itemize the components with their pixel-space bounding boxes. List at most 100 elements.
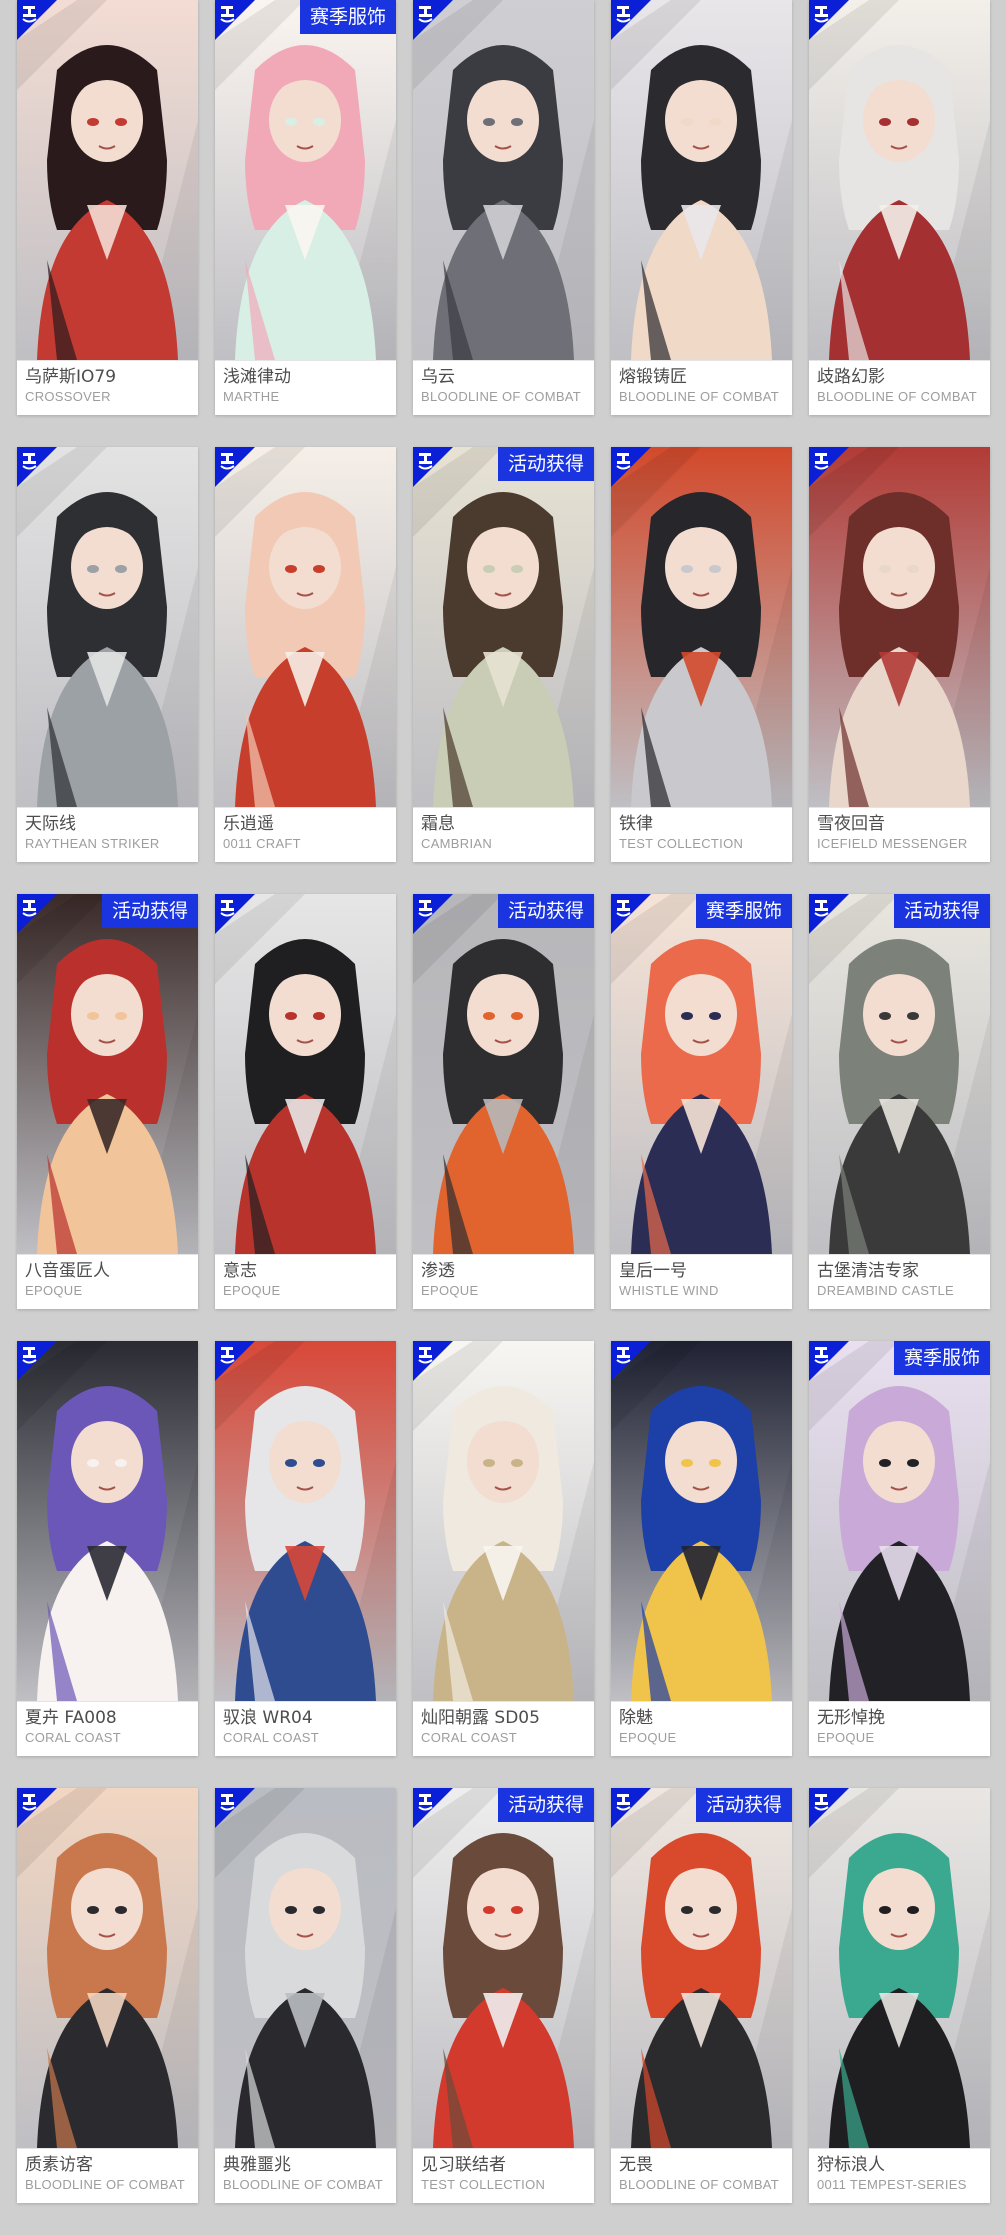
skin-card[interactable]: 赛季服饰无形悼挽 EPOQUE xyxy=(809,1341,990,1756)
skin-brand-icon xyxy=(413,1788,453,1828)
acquisition-tag: 活动获得 xyxy=(695,1788,792,1822)
skin-card[interactable]: 赛季服饰 浅滩律动 MARTHE xyxy=(215,0,396,415)
skin-caption: 无形悼挽 EPOQUE xyxy=(809,1701,990,1756)
skin-artwork xyxy=(611,1788,792,2148)
skin-card[interactable]: 活动获得无畏 BLOODLINE OF COMBAT xyxy=(611,1788,792,2203)
skin-artwork xyxy=(413,1788,594,2148)
skin-caption: 意志 EPOQUE xyxy=(215,1254,396,1309)
skin-artwork xyxy=(413,0,594,360)
skin-brand-icon xyxy=(809,894,849,934)
skin-card[interactable]: 赛季服饰皇后一号 WHISTLE WIND xyxy=(611,894,792,1309)
skin-brand-icon xyxy=(611,1788,651,1828)
skin-brand-icon xyxy=(17,1788,57,1828)
skin-card[interactable]: 乌云 BLOODLINE OF COMBAT xyxy=(413,0,594,415)
skin-series: EPOQUE xyxy=(421,1283,479,1298)
skin-artwork xyxy=(17,0,198,360)
skin-series: EPOQUE xyxy=(223,1283,281,1298)
skin-card[interactable]: 活动获得古堡清洁专家 DREAMBIND CASTLE xyxy=(809,894,990,1309)
skin-series: CORAL COAST xyxy=(223,1730,320,1745)
skin-card[interactable]: 意志 EPOQUE xyxy=(215,894,396,1309)
skin-caption: 典雅噩兆 BLOODLINE OF COMBAT xyxy=(215,2148,396,2203)
skin-caption: 古堡清洁专家 DREAMBIND CASTLE xyxy=(809,1254,990,1309)
skin-card[interactable]: 活动获得见习联结者 TEST COLLECTION xyxy=(413,1788,594,2203)
skin-brand-icon xyxy=(611,1341,651,1381)
skin-artwork xyxy=(215,0,396,360)
skin-caption: 见习联结者 TEST COLLECTION xyxy=(413,2148,594,2203)
skin-card[interactable]: 质素访客 BLOODLINE OF COMBAT xyxy=(17,1788,198,2203)
skin-caption: 无畏 BLOODLINE OF COMBAT xyxy=(611,2148,792,2203)
skin-artwork xyxy=(17,1788,198,2148)
skin-card[interactable]: 歧路幻影 BLOODLINE OF COMBAT xyxy=(809,0,990,415)
skin-series: BLOODLINE OF COMBAT xyxy=(619,389,780,404)
acquisition-tag: 活动获得 xyxy=(497,447,594,481)
skin-series: 0011 CRAFT xyxy=(223,836,301,851)
skin-brand-icon xyxy=(611,0,651,40)
skin-brand-icon xyxy=(215,447,255,487)
skin-artwork xyxy=(809,0,990,360)
skin-series: DREAMBIND CASTLE xyxy=(817,1283,954,1298)
skin-brand-icon xyxy=(611,447,651,487)
skin-card[interactable]: 夏卉 FA008 CORAL COAST xyxy=(17,1341,198,1756)
skin-card[interactable]: 铁律 TEST COLLECTION xyxy=(611,447,792,862)
skin-series: EPOQUE xyxy=(25,1283,83,1298)
skin-series: RAYTHEAN STRIKER xyxy=(25,836,160,851)
skin-series: EPOQUE xyxy=(817,1730,875,1745)
skin-name: 乐逍遥 xyxy=(223,814,274,834)
skin-card[interactable]: 典雅噩兆 BLOODLINE OF COMBAT xyxy=(215,1788,396,2203)
skin-series: BLOODLINE OF COMBAT xyxy=(223,2177,384,2192)
skin-series: CROSSOVER xyxy=(25,389,111,404)
skin-series: TEST COLLECTION xyxy=(619,836,744,851)
acquisition-tag: 活动获得 xyxy=(497,1788,594,1822)
skin-series: MARTHE xyxy=(223,389,280,404)
skin-name: 狩标浪人 xyxy=(817,2155,885,2175)
acquisition-tag: 活动获得 xyxy=(893,894,990,928)
skin-series: WHISTLE WIND xyxy=(619,1283,719,1298)
skin-card[interactable]: 驭浪 WR04 CORAL COAST xyxy=(215,1341,396,1756)
skin-card[interactable]: 灿阳朝露 SD05 CORAL COAST xyxy=(413,1341,594,1756)
skin-caption: 除魅 EPOQUE xyxy=(611,1701,792,1756)
skin-card[interactable]: 狩标浪人 0011 TEMPEST-SERIES xyxy=(809,1788,990,2203)
skin-caption: 霜息 CAMBRIAN xyxy=(413,807,594,862)
acquisition-tag: 赛季服饰 xyxy=(893,1341,990,1375)
skin-caption: 熔锻铸匠 BLOODLINE OF COMBAT xyxy=(611,360,792,415)
skin-brand-icon xyxy=(809,1341,849,1381)
acquisition-tag: 赛季服饰 xyxy=(695,894,792,928)
skin-brand-icon xyxy=(215,1341,255,1381)
skin-caption: 渗透 EPOQUE xyxy=(413,1254,594,1309)
skin-series: TEST COLLECTION xyxy=(421,2177,546,2192)
skin-card[interactable]: 熔锻铸匠 BLOODLINE OF COMBAT xyxy=(611,0,792,415)
skin-artwork xyxy=(611,894,792,1254)
skin-card[interactable]: 活动获得霜息 CAMBRIAN xyxy=(413,447,594,862)
skin-card[interactable]: 乐逍遥 0011 CRAFT xyxy=(215,447,396,862)
skin-card[interactable]: 乌萨斯IO79 CROSSOVER xyxy=(17,0,198,415)
skin-artwork xyxy=(215,1788,396,2148)
skin-card[interactable]: 天际线 RAYTHEAN STRIKER xyxy=(17,447,198,862)
skin-series: ICEFIELD MESSENGER xyxy=(817,836,968,851)
skin-artwork xyxy=(413,1341,594,1701)
skin-caption: 乐逍遥 0011 CRAFT xyxy=(215,807,396,862)
skin-caption: 狩标浪人 0011 TEMPEST-SERIES xyxy=(809,2148,990,2203)
acquisition-tag: 赛季服饰 xyxy=(299,0,396,34)
skin-name: 乌云 xyxy=(421,367,455,387)
skin-name: 铁律 xyxy=(619,814,653,834)
skin-series: EPOQUE xyxy=(619,1730,677,1745)
skin-brand-icon xyxy=(809,447,849,487)
skin-name: 皇后一号 xyxy=(619,1261,687,1281)
skin-brand-icon xyxy=(413,1341,453,1381)
skin-card[interactable]: 雪夜回音 ICEFIELD MESSENGER xyxy=(809,447,990,862)
skin-name: 灿阳朝露 SD05 xyxy=(421,1708,540,1728)
skin-artwork xyxy=(215,1341,396,1701)
skin-card[interactable]: 活动获得 渗透 EPOQUE xyxy=(413,894,594,1309)
skin-name: 典雅噩兆 xyxy=(223,2155,291,2175)
skin-series: BLOODLINE OF COMBAT xyxy=(421,389,582,404)
skin-brand-icon xyxy=(17,447,57,487)
skin-brand-icon xyxy=(809,1788,849,1828)
skin-name: 渗透 xyxy=(421,1261,455,1281)
skin-series: CORAL COAST xyxy=(421,1730,518,1745)
skin-card[interactable]: 除魅 EPOQUE xyxy=(611,1341,792,1756)
skin-grid: 乌萨斯IO79 CROSSOVER 赛季服饰 浅滩律动 MARTHE 乌云 BLOODLIN… xyxy=(0,0,1006,2235)
skin-caption: 乌云 BLOODLINE OF COMBAT xyxy=(413,360,594,415)
skin-card[interactable]: 活动获得 八音蛋匠人 EPOQUE xyxy=(17,894,198,1309)
acquisition-tag: 活动获得 xyxy=(101,894,198,928)
skin-brand-icon xyxy=(611,894,651,934)
